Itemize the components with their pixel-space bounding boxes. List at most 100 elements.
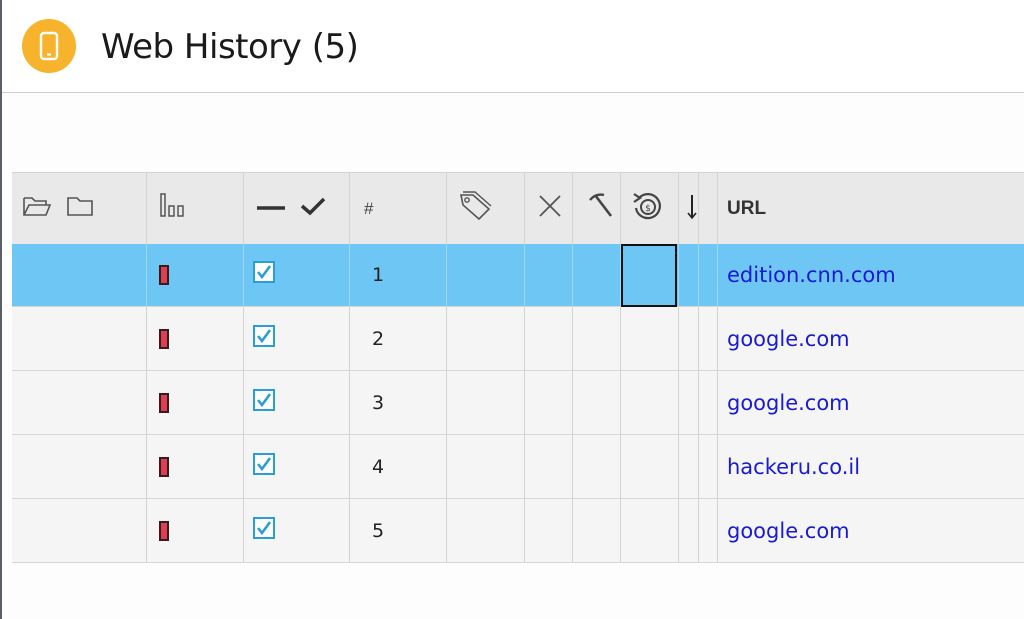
row-check-cell[interactable]	[244, 371, 350, 434]
row-narrow-cell	[699, 371, 718, 434]
row-number-cell: 1	[350, 244, 447, 306]
url-link[interactable]: hackeru.co.il	[727, 455, 860, 479]
row-tag-cell[interactable]	[447, 244, 525, 306]
row-folder-cell[interactable]	[12, 307, 147, 370]
row-status-cell	[147, 435, 244, 498]
row-narrow-cell	[699, 499, 718, 562]
status-chip	[159, 392, 169, 413]
url-link[interactable]: google.com	[727, 391, 850, 415]
row-tag-cell[interactable]	[447, 435, 525, 498]
row-number: 5	[372, 519, 385, 542]
pickaxe-icon[interactable]	[586, 192, 614, 225]
url-link[interactable]: google.com	[727, 519, 850, 543]
url-link[interactable]: google.com	[727, 327, 850, 351]
column-header-folders[interactable]	[12, 173, 147, 244]
table-row[interactable]: 1 edition.cnn.com	[12, 244, 1024, 307]
row-tag-cell[interactable]	[447, 371, 525, 434]
status-chip	[159, 520, 169, 541]
url-header-label: URL	[727, 197, 767, 219]
row-folder-cell[interactable]	[12, 371, 147, 434]
page-header: Web History (5)	[2, 0, 1024, 93]
restore-icon[interactable]: $	[631, 189, 665, 228]
row-status-cell	[147, 499, 244, 562]
row-delete-cell[interactable]	[525, 435, 573, 498]
arrow-down-icon[interactable]	[687, 191, 697, 226]
row-number: 2	[372, 327, 385, 350]
column-header-bars[interactable]	[147, 173, 244, 244]
row-check-cell[interactable]	[244, 435, 350, 498]
row-delete-cell[interactable]	[525, 371, 573, 434]
row-checkbox[interactable]	[253, 261, 275, 283]
row-url-cell[interactable]: google.com	[718, 307, 1024, 370]
row-carve-cell[interactable]	[573, 244, 621, 306]
row-carve-cell[interactable]	[573, 435, 621, 498]
column-header-check[interactable]	[244, 173, 350, 244]
row-number: 1	[372, 264, 385, 286]
x-icon[interactable]	[538, 194, 562, 223]
row-carve-cell[interactable]	[573, 307, 621, 370]
table-row[interactable]: 3 google.com	[12, 371, 1024, 435]
row-delete-cell[interactable]	[525, 307, 573, 370]
row-narrow-cell	[699, 435, 718, 498]
row-recover-cell[interactable]	[621, 435, 679, 498]
column-header-recover[interactable]: $	[621, 173, 679, 244]
row-recover-cell[interactable]	[621, 307, 679, 370]
row-status-cell	[147, 371, 244, 434]
row-folder-cell[interactable]	[12, 244, 147, 306]
status-chip	[159, 265, 169, 285]
status-chip	[159, 456, 169, 477]
row-carve-cell[interactable]	[573, 371, 621, 434]
row-folder-cell[interactable]	[12, 499, 147, 562]
row-checkbox[interactable]	[253, 516, 275, 539]
row-tag-cell[interactable]	[447, 307, 525, 370]
row-url-cell[interactable]: google.com	[718, 499, 1024, 562]
row-url-cell[interactable]: edition.cnn.com	[718, 244, 1024, 306]
row-carve-cell[interactable]	[573, 499, 621, 562]
url-link[interactable]: edition.cnn.com	[727, 263, 896, 287]
row-number: 4	[372, 455, 385, 478]
bars-icon[interactable]	[159, 193, 189, 224]
row-sort-cell	[679, 499, 699, 562]
row-delete-cell[interactable]	[525, 499, 573, 562]
column-header-sort[interactable]	[679, 173, 699, 244]
row-checkbox[interactable]	[253, 452, 275, 475]
folder-icon[interactable]	[66, 194, 94, 223]
column-header-tag[interactable]	[447, 173, 525, 244]
column-header-url[interactable]: URL	[718, 173, 1024, 244]
status-chip	[159, 328, 169, 349]
checkmark-icon[interactable]	[300, 196, 326, 221]
row-url-cell[interactable]: hackeru.co.il	[718, 435, 1024, 498]
row-sort-cell	[679, 371, 699, 434]
table-header-row: # $ URL	[12, 172, 1024, 244]
row-delete-cell[interactable]	[525, 244, 573, 306]
row-check-cell[interactable]	[244, 244, 350, 306]
row-sort-cell	[679, 435, 699, 498]
row-narrow-cell	[699, 244, 718, 306]
row-url-cell[interactable]: google.com	[718, 371, 1024, 434]
svg-text:$: $	[645, 204, 651, 214]
row-recover-cell[interactable]	[621, 499, 679, 562]
row-sort-cell	[679, 307, 699, 370]
row-recover-cell[interactable]	[621, 244, 679, 307]
row-number: 3	[372, 391, 385, 414]
column-header-delete[interactable]	[525, 173, 573, 244]
table-row[interactable]: 4 hackeru.co.il	[12, 435, 1024, 499]
dash-icon[interactable]	[256, 200, 286, 218]
table-row[interactable]: 5 google.com	[12, 499, 1024, 563]
column-header-carve[interactable]	[573, 173, 621, 244]
row-number-cell: 5	[350, 499, 447, 562]
row-recover-cell[interactable]	[621, 371, 679, 434]
row-check-cell[interactable]	[244, 499, 350, 562]
column-header-narrow[interactable]	[699, 173, 718, 244]
row-check-cell[interactable]	[244, 307, 350, 370]
column-header-number[interactable]: #	[350, 173, 447, 244]
row-checkbox[interactable]	[253, 388, 275, 411]
open-folder-icon[interactable]	[22, 194, 52, 223]
phone-icon	[22, 19, 76, 73]
row-folder-cell[interactable]	[12, 435, 147, 498]
tag-icon[interactable]	[458, 191, 492, 226]
row-narrow-cell	[699, 307, 718, 370]
row-tag-cell[interactable]	[447, 499, 525, 562]
row-checkbox[interactable]	[253, 324, 275, 347]
table-row[interactable]: 2 google.com	[12, 307, 1024, 371]
